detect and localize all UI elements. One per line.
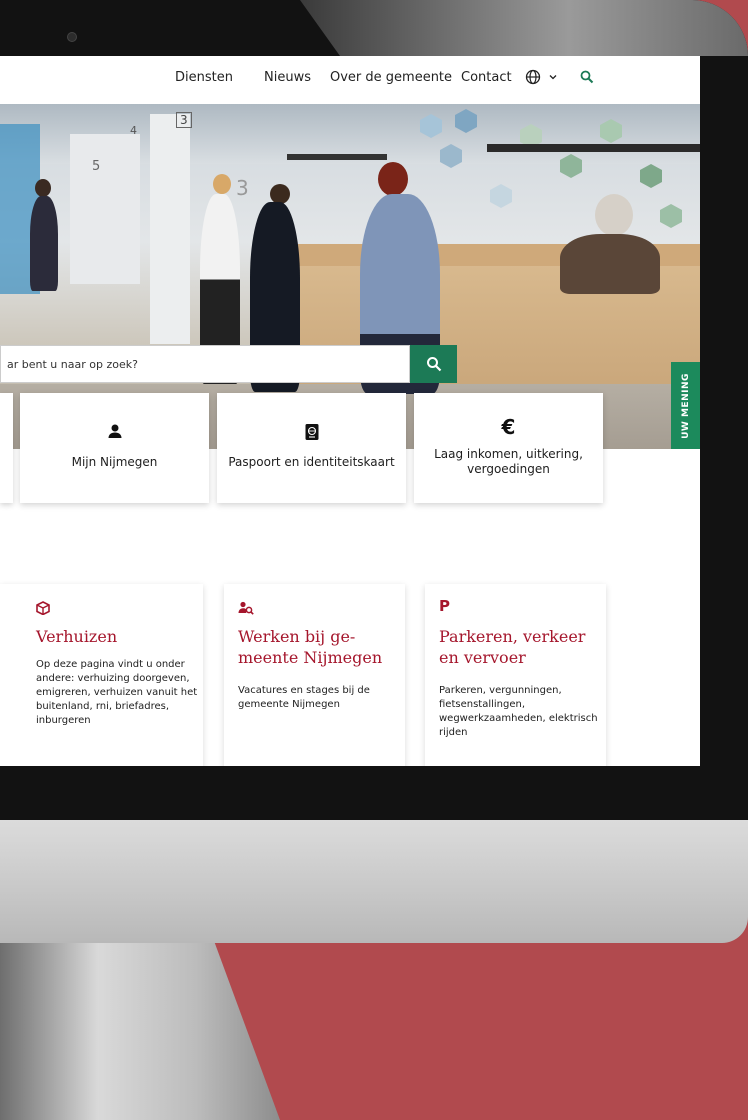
hero-lamp <box>487 144 700 152</box>
chevron-down-icon <box>549 75 557 80</box>
search-icon <box>580 70 594 84</box>
quick-tile-laag-inkomen[interactable]: € Laag inkomen, uitkering, vergoedingen <box>414 393 603 503</box>
hero-pillar <box>70 134 140 284</box>
nav-item-nieuws[interactable]: Nieuws <box>264 70 311 85</box>
top-navigation-bar: Diensten Nieuws Over de gemeente Contact <box>0 56 700 105</box>
screen: Diensten Nieuws Over de gemeente Contact <box>0 56 700 766</box>
card-verhuizen[interactable]: Verhuizen Op deze pagina vindt u onder a… <box>0 584 203 766</box>
card-werken-bij[interactable]: Werken bij ge-meente Nijmegen Vacatures … <box>224 584 405 766</box>
card-title: Verhuizen <box>36 627 118 646</box>
card-description: Vacatures en stages bij de gemeente Nijm… <box>238 685 370 710</box>
feedback-tab-label: UW MENING <box>680 373 691 439</box>
hero-person <box>35 179 51 197</box>
header-search-button[interactable] <box>580 70 594 88</box>
feedback-tab[interactable]: UW MENING <box>671 362 700 449</box>
card-title: Werken bij ge-meente Nijmegen <box>238 627 383 667</box>
monitor-chin <box>0 818 748 943</box>
parking-icon: P <box>439 597 450 615</box>
globe-icon <box>525 69 541 85</box>
hero-person <box>378 162 408 196</box>
search-input[interactable] <box>1 346 418 382</box>
hero-person <box>595 194 633 236</box>
language-selector[interactable] <box>525 69 558 85</box>
hero-person <box>560 234 660 294</box>
nav-item-contact[interactable]: Contact <box>461 70 512 85</box>
hero-hexagon <box>660 204 682 228</box>
quick-tile-label: Mijn Nijmegen <box>71 455 158 469</box>
counter-number: 3 <box>236 176 249 200</box>
hero-hexagon <box>640 164 662 188</box>
counter-number: 4 <box>130 124 137 137</box>
person-icon <box>108 424 121 438</box>
card-description: Parkeren, vergunningen, fietsenstallinge… <box>439 685 598 738</box>
camera-icon <box>68 33 76 41</box>
search-icon <box>426 357 441 372</box>
monitor-stand <box>0 930 280 1120</box>
nav-item-diensten[interactable]: Diensten <box>175 70 233 85</box>
passport-icon <box>305 424 318 440</box>
box-icon <box>36 601 50 616</box>
bezel-glare <box>300 0 748 56</box>
hero-person <box>30 196 58 291</box>
euro-icon: € <box>501 415 516 439</box>
counter-number: 3 <box>176 112 192 128</box>
card-parkeren[interactable]: P Parkeren, verkeer en vervoer Parkeren,… <box>425 584 606 766</box>
quick-tile-mijn-nijmegen[interactable]: Mijn Nijmegen <box>20 393 209 503</box>
hero-person <box>270 184 290 204</box>
nav-item-over-de-gemeente[interactable]: Over de gemeente <box>330 70 452 85</box>
hero-lamp <box>287 154 387 160</box>
hero-hexagon <box>490 184 512 208</box>
search-button[interactable] <box>410 345 457 383</box>
main-nav: Diensten Nieuws Over de gemeente Contact <box>0 56 700 104</box>
quick-tile-label: Paspoort en identiteitskaart <box>228 455 395 469</box>
person-search-icon <box>238 601 254 615</box>
search-field <box>0 345 418 383</box>
hero-pillar <box>150 114 190 344</box>
counter-number: 5 <box>92 159 101 174</box>
quick-tile-paspoort[interactable]: Paspoort en identiteitskaart <box>217 393 406 503</box>
quick-tile-partial[interactable] <box>0 393 13 503</box>
hero-person <box>213 174 231 194</box>
card-title: Parkeren, verkeer en vervoer <box>439 627 586 667</box>
card-description: Op deze pagina vindt u onder andere: ver… <box>36 659 198 726</box>
quick-tile-label: Laag inkomen, uitkering, vergoedingen <box>434 447 583 476</box>
